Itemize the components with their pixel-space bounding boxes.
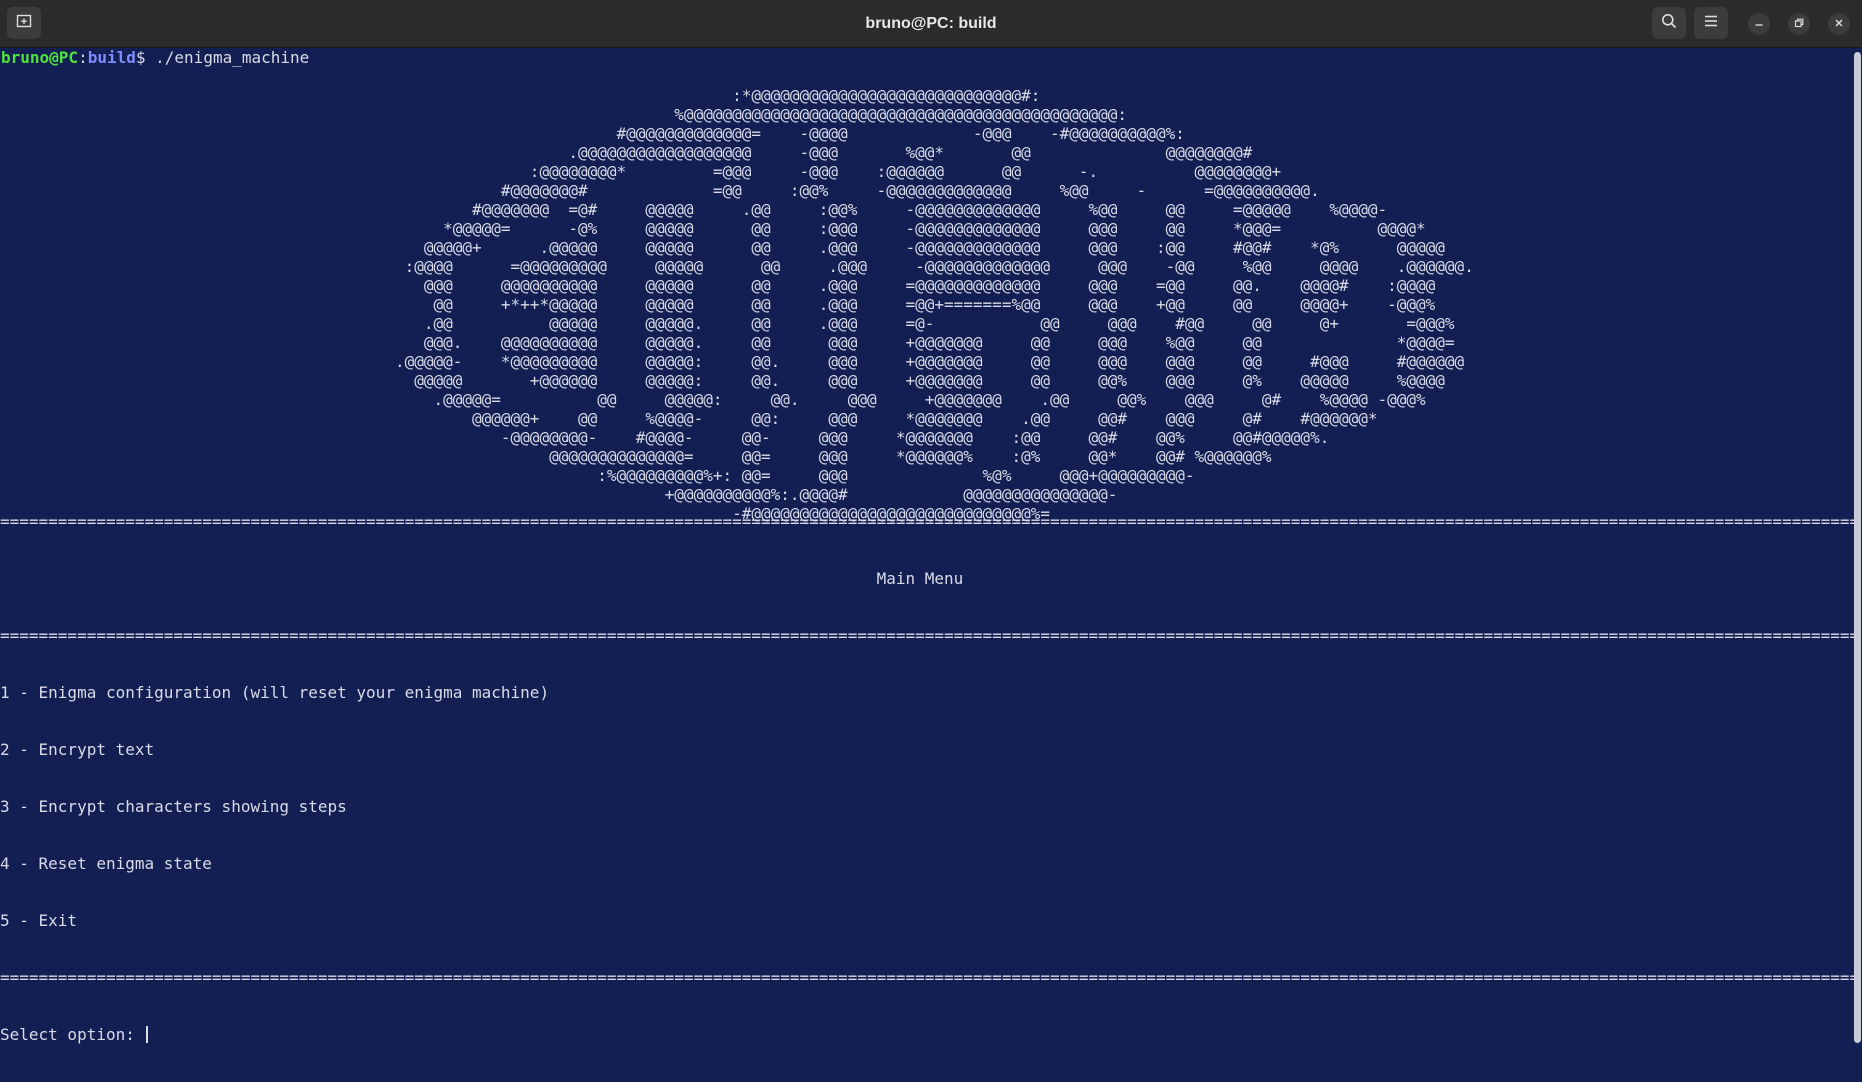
ascii-art-line: %@@@@@@@@@@@@@@@@@@@@@@@@@@@@@@@@@@@@@@@… <box>0 105 1128 124</box>
main-menu: ========================================… <box>0 474 1859 1082</box>
text-cursor <box>145 1026 148 1043</box>
ascii-art-line: .@@@@@= @@ @@@@@: @@. @@@ +@@@@@@@ .@@ @… <box>0 390 1426 409</box>
ascii-art-line: *@@@@@= -@% @@@@@ @@ :@@@ -@@@@@@@@@@@@@… <box>0 219 1426 238</box>
ascii-art-line: #@@@@@@@ =@# @@@@@ .@@ :@@% -@@@@@@@@@@@… <box>0 200 1388 219</box>
maximize-icon <box>1794 15 1804 33</box>
search-button[interactable] <box>1652 7 1686 39</box>
select-option-prompt: Select option: <box>0 1025 145 1044</box>
ascii-art-line: @@ +*++*@@@@@ @@@@@ @@ .@@@ =@@+=======%… <box>0 295 1436 314</box>
hamburger-menu-icon <box>1703 13 1719 34</box>
ascii-art-line: -@@@@@@@@- #@@@@- @@- @@@ *@@@@@@@ :@@ @… <box>0 428 1330 447</box>
new-tab-button[interactable] <box>7 7 41 39</box>
ascii-art-line: :@@@@@@@@* =@@@ -@@@ :@@@@@@ @@ -. @@@@@… <box>0 162 1282 181</box>
window-titlebar: bruno@PC: build <box>0 0 1862 48</box>
ascii-art-line: .@@ @@@@@ @@@@@. @@ .@@@ =@- @@ @@@ #@@ … <box>0 314 1455 333</box>
prompt-command: ./enigma_machine <box>145 48 310 67</box>
minimize-icon <box>1754 15 1764 33</box>
menu-option-4: 4 - Reset enigma state <box>0 854 212 873</box>
terminal-area[interactable]: bruno@PC:build$ ./enigma_machine :*@@@@@… <box>0 48 1859 1048</box>
ascii-art-line: :*@@@@@@@@@@@@@@@@@@@@@@@@@@@@#: <box>0 86 1041 105</box>
menu-option-1: 1 - Enigma configuration (will reset you… <box>0 683 550 702</box>
maximize-button[interactable] <box>1788 13 1810 35</box>
menu-separator: ========================================… <box>0 512 1860 531</box>
close-button[interactable] <box>1828 13 1850 35</box>
ascii-art-line: @@@. @@@@@@@@@@ @@@@@. @@ @@@ +@@@@@@@ @… <box>0 333 1455 352</box>
input-line[interactable]: Select option: <box>0 1025 1859 1044</box>
enigma-ascii-art: :*@@@@@@@@@@@@@@@@@@@@@@@@@@@@#: %@@@@@@… <box>0 86 1474 523</box>
prompt-separator: : <box>78 48 88 67</box>
ascii-art-line: @@@@@+ .@@@@@ @@@@@ @@ .@@@ -@@@@@@@@@@@… <box>0 238 1445 257</box>
window-title: bruno@PC: build <box>865 15 997 32</box>
minimize-button[interactable] <box>1748 13 1770 35</box>
prompt-path: build <box>87 48 136 67</box>
ascii-art-line: .@@@@@@@@@@@@@@@@@@ -@@@ %@@* @@ @@@@@@@… <box>0 143 1253 162</box>
new-tab-icon <box>16 13 32 34</box>
close-icon <box>1834 15 1844 33</box>
ascii-art-line: @@@@@@+ @@ %@@@@- @@: @@@ *@@@@@@@ .@@ @… <box>0 409 1378 428</box>
terminal-scrollbar[interactable] <box>1854 52 1861 1043</box>
menu-option-3: 3 - Encrypt characters showing steps <box>0 797 347 816</box>
ascii-art-line: #@@@@@@@@@@@@@= -@@@@ -@@@ -#@@@@@@@@@@%… <box>0 124 1185 143</box>
menu-separator: ========================================… <box>0 968 1860 987</box>
menu-option-2: 2 - Encrypt text <box>0 740 155 759</box>
command-line: bruno@PC:build$ ./enigma_machine <box>0 48 1850 67</box>
ascii-art-line: #@@@@@@@# =@@ :@@% -@@@@@@@@@@@@@ %@@ - … <box>0 181 1320 200</box>
prompt-user-host: bruno@PC <box>1 48 79 67</box>
menu-separator: ========================================… <box>0 626 1860 645</box>
prompt-symbol: $ <box>135 48 146 67</box>
ascii-art-line: .@@@@@- *@@@@@@@@@ @@@@@: @@. @@@ +@@@@@… <box>0 352 1465 371</box>
menu-title: Main Menu <box>0 569 964 588</box>
menu-button[interactable] <box>1694 7 1728 39</box>
ascii-art-line: @@@@@ +@@@@@@ @@@@@: @@. @@@ +@@@@@@@ @@… <box>0 371 1445 390</box>
ascii-art-line: @@@@@@@@@@@@@@= @@= @@@ *@@@@@@% :@% @@*… <box>0 447 1272 466</box>
ascii-art-line: @@@ @@@@@@@@@@ @@@@@ @@ .@@@ =@@@@@@@@@@… <box>0 276 1436 295</box>
ascii-art-line: :@@@@ =@@@@@@@@@ @@@@@ @@ .@@@ -@@@@@@@@… <box>0 257 1474 276</box>
menu-option-5: 5 - Exit <box>0 911 78 930</box>
search-icon <box>1661 13 1677 34</box>
